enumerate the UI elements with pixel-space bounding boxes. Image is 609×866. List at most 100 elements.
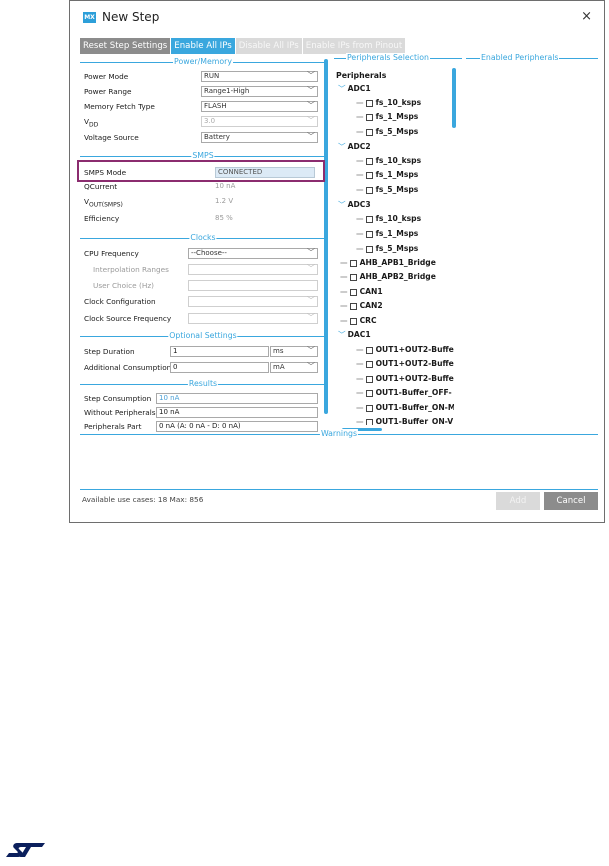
enable-ips-from-pinout-button[interactable]: Enable IPs from Pinout [302, 38, 406, 54]
additional-consumption-input[interactable]: 0 [170, 362, 269, 373]
power-mode-row: Power Mode RUN ﹀ [84, 71, 324, 82]
warnings-section: Warnings [80, 429, 598, 439]
interpolation-select[interactable]: ﹀ [188, 264, 318, 275]
checkbox[interactable] [349, 259, 357, 267]
chevron-down-icon[interactable]: ﹀ [338, 142, 346, 151]
checkbox[interactable] [349, 317, 357, 325]
tree-leaf[interactable]: — OUT1+OUT2-Buffer [356, 345, 454, 355]
peripherals-vertical-scrollbar[interactable] [452, 68, 456, 128]
chevron-down-icon[interactable]: ﹀ [338, 330, 346, 339]
voltage-source-select[interactable]: Battery ﹀ [201, 132, 318, 143]
checkbox[interactable] [365, 230, 373, 238]
tree-node-dac1[interactable]: ﹀ DAC1 [338, 330, 371, 340]
memory-fetch-row: Memory Fetch Type FLASH ﹀ [84, 101, 324, 112]
cancel-button[interactable]: Cancel [544, 492, 598, 510]
optional-settings-section: Optional Settings [80, 331, 326, 341]
tree-leaf[interactable]: — CAN2 [340, 301, 383, 311]
power-mode-select[interactable]: RUN ﹀ [201, 71, 318, 82]
tree-leaf[interactable]: — fs_10_ksps [356, 156, 421, 166]
tree-leaf[interactable]: — fs_5_Msps [356, 244, 418, 254]
tree-line-icon: — [356, 345, 364, 354]
checkbox[interactable] [365, 360, 373, 368]
tree-node-adc2[interactable]: ﹀ ADC2 [338, 142, 371, 152]
add-button[interactable]: Add [496, 492, 540, 510]
chevron-down-icon: ﹀ [307, 264, 315, 273]
leaf-label: fs_1_Msps [375, 229, 419, 238]
tree-line-icon: — [356, 359, 364, 368]
tree-leaf[interactable]: — fs_5_Msps [356, 185, 418, 195]
tree-leaf[interactable]: — OUT1-Buffer_OFF- [356, 388, 454, 398]
tree-leaf[interactable]: — OUT1+OUT2-Buffer [356, 359, 454, 369]
tree-leaf[interactable]: — fs_5_Msps [356, 127, 418, 137]
checkbox[interactable] [365, 245, 373, 253]
checkbox[interactable] [365, 215, 373, 223]
memory-fetch-label: Memory Fetch Type [84, 102, 155, 111]
checkbox[interactable] [365, 375, 373, 383]
checkbox[interactable] [365, 171, 373, 179]
left-panel-scrollbar[interactable] [324, 59, 328, 414]
step-duration-unit-select[interactable]: ms ﹀ [270, 346, 318, 357]
checkbox[interactable] [365, 186, 373, 194]
tree-leaf[interactable]: — AHB_APB2_Bridge [340, 272, 436, 282]
enabled-peripherals-panel: Enabled Peripherals [466, 53, 598, 432]
clock-config-select[interactable]: ﹀ [188, 296, 318, 307]
close-icon[interactable]: × [581, 9, 592, 24]
leaf-label: OUT1-Buffer_ON-M [375, 403, 454, 412]
tree-leaf[interactable]: — OUT1-Buffer_ON-M [356, 403, 454, 413]
checkbox[interactable] [365, 346, 373, 354]
tree-leaf[interactable]: — fs_1_Msps [356, 170, 418, 180]
checkbox[interactable] [349, 302, 357, 310]
cpu-frequency-select[interactable]: --Choose-- ﹀ [188, 248, 318, 259]
chevron-down-icon: ﹀ [307, 313, 315, 322]
footer-divider [80, 489, 598, 490]
tree-leaf[interactable]: — fs_1_Msps [356, 229, 418, 239]
leaf-label: OUT1+OUT2-Buffer [375, 359, 454, 368]
checkbox[interactable] [365, 389, 373, 397]
checkbox[interactable] [365, 128, 373, 136]
memory-fetch-value: FLASH [204, 102, 227, 110]
efficiency-label: Efficiency [84, 214, 120, 223]
tree-node-adc1[interactable]: ﹀ ADC1 [338, 84, 371, 94]
peripherals-part-row: Peripherals Part 0 nA (A: 0 nA - D: 0 nA… [84, 421, 324, 432]
step-duration-input[interactable]: 1 [170, 346, 269, 357]
tree-leaf[interactable]: — CRC [340, 316, 377, 326]
disable-all-ips-button[interactable]: Disable All IPs [235, 38, 302, 54]
checkbox[interactable] [349, 273, 357, 281]
memory-fetch-select[interactable]: FLASH ﹀ [201, 101, 318, 112]
checkbox[interactable] [349, 288, 357, 296]
tree-leaf[interactable]: — fs_10_ksps [356, 214, 421, 224]
chevron-down-icon: ﹀ [307, 86, 315, 95]
checkbox[interactable] [365, 418, 373, 425]
clocks-heading: Clocks [189, 233, 217, 243]
mx-logo-icon: MX [83, 12, 96, 23]
tree-leaf[interactable]: — OUT1-Buffer_ON-V [356, 417, 454, 425]
tree-leaf[interactable]: — fs_10_ksps [356, 98, 421, 108]
tree-leaf[interactable]: — fs_1_Msps [356, 112, 418, 122]
reset-step-settings-button[interactable]: Reset Step Settings [80, 38, 171, 54]
chevron-down-icon: ﹀ [307, 132, 315, 141]
chevron-down-icon[interactable]: ﹀ [338, 84, 346, 93]
checkbox[interactable] [365, 157, 373, 165]
checkbox[interactable] [365, 404, 373, 412]
power-range-select[interactable]: Range1-High ﹀ [201, 86, 318, 97]
st-logo-icon [6, 843, 45, 857]
tree-node-adc3[interactable]: ﹀ ADC3 [338, 200, 371, 210]
tree-line-icon: — [356, 374, 364, 383]
tree-leaf[interactable]: — OUT1+OUT2-Buffer [356, 374, 454, 384]
cpu-frequency-row: CPU Frequency --Choose-- ﹀ [84, 248, 324, 259]
chevron-down-icon: ﹀ [307, 296, 315, 305]
tree-line-icon: — [356, 388, 364, 397]
vdd-select[interactable]: 3.0 ﹀ [201, 116, 318, 127]
power-mode-value: RUN [204, 72, 220, 80]
chevron-down-icon[interactable]: ﹀ [338, 200, 346, 209]
user-choice-field[interactable] [188, 280, 318, 291]
checkbox[interactable] [365, 99, 373, 107]
clock-source-select[interactable]: ﹀ [188, 313, 318, 324]
toolbar: Reset Step Settings Enable All IPs Disab… [80, 38, 406, 54]
tree-leaf[interactable]: — CAN1 [340, 287, 383, 297]
vout-value: 1.2 V [215, 197, 234, 205]
enable-all-ips-button[interactable]: Enable All IPs [171, 38, 235, 54]
tree-leaf[interactable]: — AHB_APB1_Bridge [340, 258, 436, 268]
checkbox[interactable] [365, 113, 373, 121]
additional-consumption-unit-select[interactable]: mA ﹀ [270, 362, 318, 373]
